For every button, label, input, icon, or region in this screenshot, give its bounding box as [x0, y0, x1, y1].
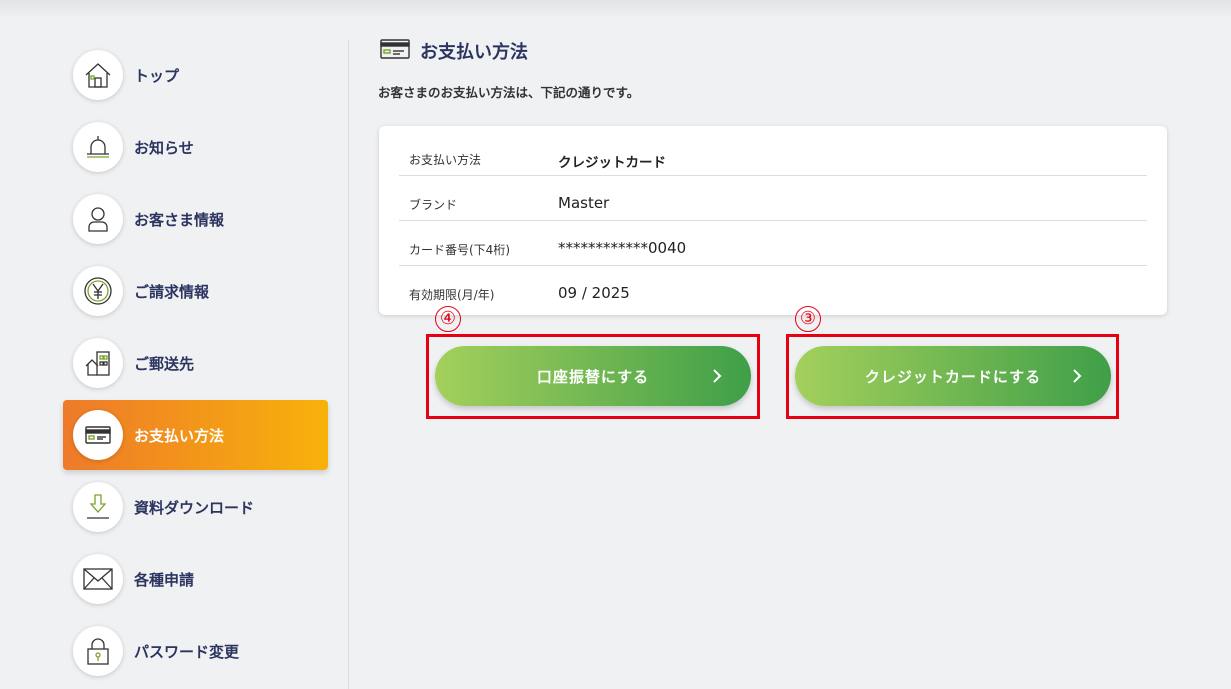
- chevron-right-icon: [1073, 369, 1082, 383]
- sidebar-item-payment-method[interactable]: お支払い方法: [63, 400, 328, 470]
- sidebar-item-label: 資料ダウンロード: [134, 499, 255, 517]
- download-icon: [73, 482, 123, 532]
- sidebar-item-label: ご請求情報: [134, 283, 210, 301]
- detail-row: お支払い方法 クレジットカード: [399, 131, 1147, 176]
- detail-row: 有効期限(月/年) 09 / 2025: [399, 266, 1147, 311]
- chevron-right-icon: [713, 369, 722, 383]
- yen-icon: [73, 266, 123, 316]
- sidebar-item-password-change[interactable]: パスワード変更: [63, 616, 328, 686]
- sidebar-item-news[interactable]: お知らせ: [63, 112, 328, 182]
- detail-key: カード番号(下4桁): [409, 243, 510, 257]
- sidebar-item-label: お知らせ: [134, 139, 194, 157]
- page-subtitle: お客さまのお支払い方法は、下記の通りです。: [378, 85, 640, 100]
- envelope-icon: [73, 554, 123, 604]
- sidebar-item-mailing[interactable]: ご郵送先: [63, 328, 328, 398]
- annotation-marker-3: ③: [795, 306, 821, 332]
- credit-card-icon: [380, 38, 410, 64]
- detail-value: クレジットカード: [558, 155, 666, 171]
- detail-key: 有効期限(月/年): [409, 288, 495, 302]
- payment-details-card: お支払い方法 クレジットカード ブランド Master カード番号(下4桁) *…: [379, 126, 1167, 315]
- switch-to-credit-card-button[interactable]: クレジットカードにする: [795, 346, 1111, 406]
- detail-row: カード番号(下4桁) ************0040: [399, 221, 1147, 266]
- detail-value: ************0040: [558, 239, 687, 257]
- page-header: お支払い方法: [380, 38, 528, 64]
- detail-row: ブランド Master: [399, 176, 1147, 221]
- button-label: クレジットカードにする: [864, 368, 1042, 386]
- bell-icon: [73, 122, 123, 172]
- sidebar-item-label: パスワード変更: [134, 643, 240, 661]
- sidebar-item-top[interactable]: トップ: [63, 40, 328, 110]
- sidebar-divider: [348, 40, 349, 689]
- top-shadow: [0, 0, 1231, 18]
- detail-value: Master: [558, 194, 610, 212]
- user-icon: [73, 194, 123, 244]
- sidebar-item-label: トップ: [134, 67, 180, 85]
- home-icon: [73, 50, 123, 100]
- sidebar-item-label: お客さま情報: [134, 211, 225, 229]
- annotation-marker-4: ④: [435, 306, 461, 332]
- sidebar-item-downloads[interactable]: 資料ダウンロード: [63, 472, 328, 542]
- sidebar-item-customer-info[interactable]: お客さま情報: [63, 184, 328, 254]
- sidebar-item-label: 各種申請: [134, 571, 195, 589]
- detail-key: お支払い方法: [409, 153, 482, 167]
- lock-icon: [73, 626, 123, 676]
- sidebar-item-applications[interactable]: 各種申請: [63, 544, 328, 614]
- sidebar-item-label: ご郵送先: [134, 355, 195, 373]
- credit-card-icon: [73, 410, 123, 460]
- building-icon: [73, 338, 123, 388]
- sidebar-item-billing[interactable]: ご請求情報: [63, 256, 328, 326]
- sidebar-item-label: お支払い方法: [134, 427, 225, 445]
- button-label: 口座振替にする: [536, 368, 650, 386]
- detail-value: 09 / 2025: [558, 284, 630, 302]
- page-title: お支払い方法: [420, 42, 528, 63]
- switch-to-bank-transfer-button[interactable]: 口座振替にする: [435, 346, 751, 406]
- detail-key: ブランド: [409, 198, 458, 212]
